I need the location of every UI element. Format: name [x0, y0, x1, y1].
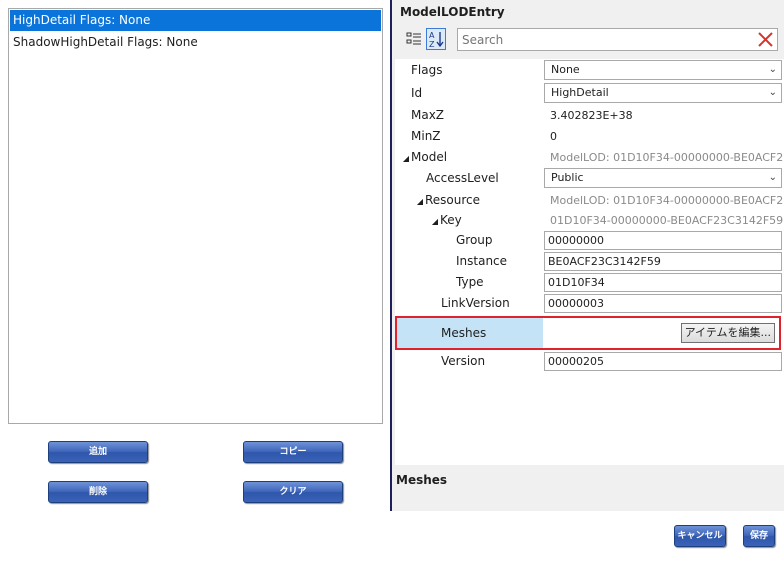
property-panel: ModelLODEntry A Z Flags None ⌄ — [392, 0, 784, 511]
categorized-icon — [406, 32, 421, 45]
key-value: 01D10F34-00000000-BE0ACF23C3142F59 — [550, 214, 784, 227]
resource-value: ModelLOD: 01D10F34-00000000-BE0ACF23C314… — [550, 194, 784, 207]
property-row-model: ◢ Model ModelLOD: 01D10F34-00000000-BE0AC… — [395, 147, 784, 168]
access-level-select[interactable]: Public ⌄ — [544, 168, 782, 188]
sort-alphabetical-button[interactable]: A Z — [426, 28, 446, 50]
categorized-view-button[interactable] — [404, 28, 424, 50]
property-name: Key — [440, 213, 462, 227]
property-name[interactable]: Meshes — [397, 318, 543, 348]
minz-value[interactable]: 0 — [544, 126, 784, 147]
property-name: AccessLevel — [426, 171, 499, 185]
expand-triangle-icon[interactable]: ◢ — [415, 191, 425, 212]
property-name: MinZ — [411, 129, 441, 143]
property-row-flags: Flags None ⌄ — [395, 60, 784, 81]
property-row-id: Id HighDetail ⌄ — [395, 83, 784, 104]
model-value: ModelLOD: 01D10F34-00000000-BE0ACF23C314… — [550, 151, 784, 164]
clear-search-icon[interactable] — [757, 31, 774, 48]
property-row-link-version: LinkVersion 00000003 — [395, 293, 784, 314]
property-grid: Flags None ⌄ Id HighDetail ⌄ MaxZ 3.402823… — [395, 59, 784, 465]
expand-triangle-icon[interactable]: ◢ — [430, 211, 440, 232]
description-title: Meshes — [396, 473, 448, 487]
search-box — [457, 28, 778, 51]
property-row-meshes: Meshes アイテムを編集... — [395, 316, 781, 350]
version-input[interactable]: 00000205 — [544, 352, 782, 371]
copy-button[interactable]: コピー — [243, 441, 343, 463]
property-name: Resource — [425, 193, 481, 207]
type-input[interactable]: 01D10F34 — [544, 273, 782, 292]
search-input[interactable] — [458, 29, 748, 50]
property-name: Type — [456, 275, 484, 289]
property-name: LinkVersion — [441, 296, 510, 310]
expand-triangle-icon[interactable]: ◢ — [401, 148, 411, 169]
property-name: Id — [411, 86, 423, 100]
property-row-resource: ◢ Resource ModelLOD: 01D10F34-00000000-BE… — [395, 190, 784, 211]
property-row-minz: MinZ 0 — [395, 126, 784, 147]
panel-title: ModelLODEntry — [400, 5, 505, 19]
cancel-button[interactable]: キャンセル — [674, 525, 726, 547]
property-name: Flags — [411, 63, 443, 77]
property-row-instance: Instance BE0ACF23C3142F59 — [395, 251, 784, 272]
property-row-maxz: MaxZ 3.402823E+38 — [395, 105, 784, 126]
chevron-down-icon: ⌄ — [768, 172, 777, 183]
property-name: Model — [411, 150, 448, 164]
save-button[interactable]: 保存 — [743, 525, 775, 547]
flags-value: None — [551, 63, 580, 76]
group-input[interactable]: 00000000 — [544, 231, 782, 250]
delete-button[interactable]: 削除 — [48, 481, 148, 503]
link-version-input[interactable]: 00000003 — [544, 294, 782, 313]
access-level-value: Public — [551, 171, 584, 184]
maxz-value[interactable]: 3.402823E+38 — [544, 105, 784, 126]
property-row-group: Group 00000000 — [395, 230, 784, 251]
property-row-access-level: AccessLevel Public ⌄ — [395, 168, 784, 189]
instance-input[interactable]: BE0ACF23C3142F59 — [544, 252, 782, 271]
list-item[interactable]: HighDetail Flags: None — [10, 10, 381, 31]
add-button[interactable]: 追加 — [48, 441, 148, 463]
property-row-type: Type 01D10F34 — [395, 272, 784, 293]
chevron-down-icon: ⌄ — [768, 87, 777, 98]
sort-az-icon: A Z — [429, 31, 444, 48]
flags-select[interactable]: None ⌄ — [544, 60, 782, 80]
edit-items-button[interactable]: アイテムを編集... — [680, 323, 775, 343]
svg-text:A: A — [429, 31, 435, 40]
id-select[interactable]: HighDetail ⌄ — [544, 83, 782, 103]
property-name: Version — [441, 354, 486, 368]
entry-list[interactable]: HighDetail Flags: None ShadowHighDetail … — [8, 8, 383, 424]
property-row-version: Version 00000205 — [395, 351, 784, 372]
id-value: HighDetail — [551, 86, 609, 99]
clear-button[interactable]: クリア — [243, 481, 343, 503]
property-name: Group — [456, 233, 493, 247]
list-item[interactable]: ShadowHighDetail Flags: None — [10, 32, 381, 53]
property-row-key: ◢ Key 01D10F34-00000000-BE0ACF23C3142F59 — [395, 210, 784, 231]
svg-text:Z: Z — [429, 40, 435, 48]
property-name: MaxZ — [411, 108, 445, 122]
chevron-down-icon: ⌄ — [768, 64, 777, 75]
property-name: Instance — [456, 254, 508, 268]
